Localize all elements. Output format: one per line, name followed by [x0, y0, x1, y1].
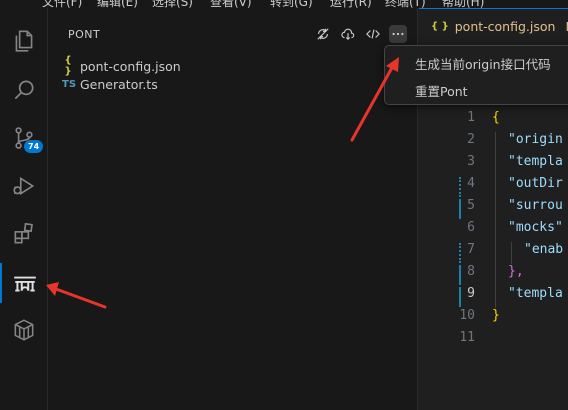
files-icon [15, 30, 33, 52]
line-number-current: 9 [467, 286, 475, 301]
menu-help[interactable]: 帮助(H) [442, 0, 484, 8]
code-line: "enab [524, 242, 564, 257]
line-number: 1 [467, 110, 475, 125]
cloud-download-button[interactable] [339, 25, 357, 43]
code-line: { [492, 110, 500, 125]
explorer-button[interactable] [0, 21, 48, 61]
source-control-badge: 74 [24, 140, 44, 153]
sync-button[interactable] [314, 25, 332, 43]
sidebar-title: PONT [68, 28, 101, 41]
indent-guide [495, 132, 496, 308]
line-number: 10 [459, 308, 475, 323]
menu-file[interactable]: 文件(F) [42, 0, 82, 8]
menu-run[interactable]: 运行(R) [330, 0, 372, 8]
git-modified-marker [459, 177, 461, 197]
line-number: 8 [467, 264, 475, 279]
json-file-icon: { } [64, 55, 72, 77]
pont-button[interactable] [0, 263, 48, 303]
indent-guide [511, 242, 512, 264]
code-line: } [492, 308, 500, 323]
menu-go[interactable]: 转到(G) [270, 0, 313, 8]
file-item-pont-config[interactable]: { } pont-config.json [62, 55, 181, 77]
git-modified-marker [459, 265, 461, 285]
pont-bridge-icon [14, 276, 36, 292]
menu-item-generate-code[interactable]: 生成当前origin接口代码 [415, 54, 551, 73]
git-modified-marker [459, 199, 461, 219]
code-icon [366, 29, 380, 39]
cloud-download-icon [341, 28, 355, 41]
line-number: 6 [467, 220, 475, 235]
run-debug-button[interactable] [0, 166, 48, 206]
code-line: "surrou [508, 198, 563, 213]
file-item-generator[interactable]: TS Generator.ts [62, 77, 158, 92]
line-number: 2 [467, 132, 475, 147]
file-name: pont-config.json [80, 58, 181, 74]
code-line: "outDir [508, 176, 563, 191]
line-number: 3 [467, 154, 475, 169]
code-line: "templa [508, 286, 563, 301]
typescript-file-icon: TS [62, 79, 77, 90]
menu-bar: 文件(F) 编辑(E) 选择(S) 查看(V) 转到(G) 运行(R) 终端(T… [0, 0, 568, 8]
code-line: }, [508, 264, 524, 279]
line-number: 7 [467, 242, 475, 257]
git-modified-marker [459, 287, 461, 307]
source-control-button[interactable]: 74 [0, 118, 48, 158]
sync-off-icon [317, 28, 329, 40]
pont-sidebar: PONT { } pont-config.json TS Generator.t… [48, 8, 418, 410]
more-actions-button[interactable] [389, 25, 407, 43]
code-button[interactable] [364, 25, 382, 43]
sidebar-actions [314, 25, 407, 43]
menu-terminal[interactable]: 终端(T) [385, 0, 426, 8]
package-icon [14, 319, 34, 341]
extensions-icon [14, 222, 33, 244]
search-button[interactable] [0, 70, 48, 110]
ellipsis-icon [392, 32, 404, 36]
activity-bar: 74 [0, 8, 48, 410]
code-line: "origin [508, 132, 563, 147]
line-number: 5 [467, 198, 475, 213]
remote-explorer-button[interactable] [0, 310, 48, 350]
git-modified-marker [459, 243, 461, 263]
code-line: "templa [508, 154, 563, 169]
extensions-button[interactable] [0, 214, 48, 254]
line-number: 4 [467, 176, 475, 191]
more-actions-menu: 生成当前origin接口代码 重置Pont [384, 45, 568, 105]
menu-selection[interactable]: 选择(S) [152, 0, 193, 8]
menu-edit[interactable]: 编辑(E) [97, 0, 138, 8]
json-file-icon: { } [431, 20, 449, 32]
tab-pont-config[interactable]: { } pont-config.json M [419, 8, 568, 43]
run-debug-icon [13, 176, 35, 196]
search-icon [14, 80, 34, 100]
menu-view[interactable]: 查看(V) [210, 0, 252, 8]
file-name: Generator.ts [80, 77, 158, 92]
line-number: 11 [459, 330, 475, 345]
editor-tab-bar: { } pont-config.json M [419, 8, 568, 43]
menu-item-reset-pont[interactable]: 重置Pont [415, 81, 468, 100]
code-line: "mocks" [508, 220, 563, 235]
tab-label: pont-config.json [454, 18, 556, 34]
